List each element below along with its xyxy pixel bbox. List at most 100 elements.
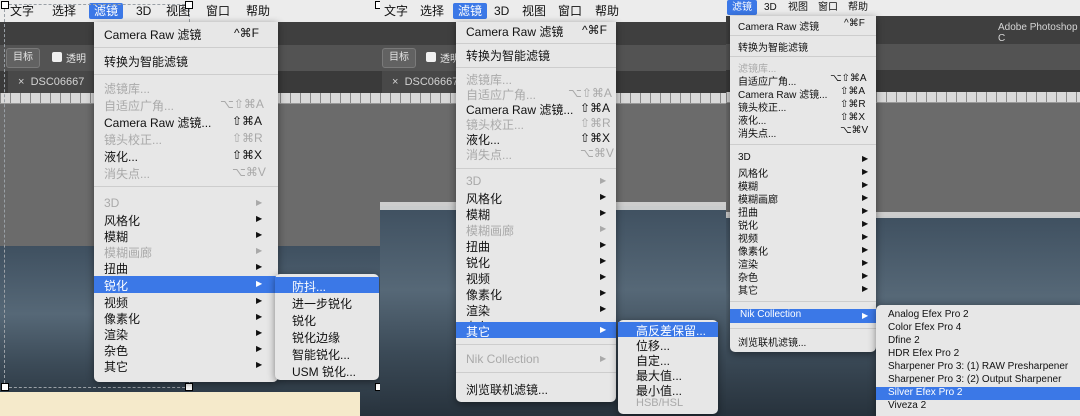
submenu-item-color-efex[interactable]: Color Efex Pro 4 xyxy=(876,322,1080,335)
menu-item-lens-correction[interactable]: 镜头校正... ⇧⌘R xyxy=(730,99,876,114)
menu-item-pixelate[interactable]: 像素化 ▶ xyxy=(730,243,876,258)
menu-item-blur-gallery[interactable]: 模糊画廊 ▶ xyxy=(730,191,876,206)
menu-item-sharpen[interactable]: 锐化 ▶ xyxy=(456,253,616,270)
menu-item-filter-gallery[interactable]: 滤镜库... xyxy=(94,79,278,96)
menu-item-stylize[interactable]: 风格化 ▶ xyxy=(730,165,876,180)
menu-item-blur[interactable]: 模糊 ▶ xyxy=(94,227,278,244)
menu-item-adaptive-wide-angle[interactable]: 自适应广角... ⌥⇧⌘A xyxy=(456,86,616,102)
menu-item-distort[interactable]: 扭曲 ▶ xyxy=(456,237,616,254)
submenu-item-sharpen[interactable]: 锐化 xyxy=(275,311,379,328)
menu-item-browse-online-filters[interactable]: 浏览联机滤镜... xyxy=(456,380,616,397)
submenu-item-output-sharpener[interactable]: Sharpener Pro 3: (2) Output Sharpener xyxy=(876,374,1080,387)
menu-item-3d[interactable]: 3D ▶ xyxy=(94,195,278,211)
menu-item-video[interactable]: 视频 ▶ xyxy=(456,269,616,286)
menu-item-sharpen[interactable]: 锐化 ▶ xyxy=(730,217,876,232)
menu-item-vanishing-point[interactable]: 消失点... ⌥⌘V xyxy=(730,125,876,140)
menu-item-camera-raw-last[interactable]: Camera Raw 滤镜 ^⌘F xyxy=(94,24,278,42)
submenu-item-hsb-hsl[interactable]: HSB/HSL xyxy=(618,397,718,412)
menu-item-stylize[interactable]: 风格化 ▶ xyxy=(456,189,616,206)
transform-handle[interactable] xyxy=(1,1,9,9)
submenu-item-sharpen-edges[interactable]: 锐化边缘 xyxy=(275,328,379,345)
transform-handle[interactable] xyxy=(185,383,193,391)
menu-item-vanishing-point[interactable]: 消失点... ⌥⌘V xyxy=(456,146,616,162)
menu-item-pixelate[interactable]: 像素化 ▶ xyxy=(94,309,278,326)
menu-view[interactable]: 视图 xyxy=(788,0,808,15)
menu-item-blur-gallery[interactable]: 模糊画廊 ▶ xyxy=(94,243,278,260)
menu-item-sharpen[interactable]: 锐化 ▶ xyxy=(94,276,278,293)
transparent-checkbox[interactable] xyxy=(426,52,436,62)
menu-item-other[interactable]: 其它 ▶ xyxy=(730,282,876,297)
submenu-item-dfine[interactable]: Dfine 2 xyxy=(876,335,1080,348)
menu-item-blur[interactable]: 模糊 ▶ xyxy=(456,205,616,222)
menu-help[interactable]: 帮助 xyxy=(848,0,868,15)
submenu-item-sharpen-more[interactable]: 进一步锐化 xyxy=(275,294,379,311)
menu-item-camera-raw-filter[interactable]: Camera Raw 滤镜... ⇧⌘A xyxy=(730,86,876,101)
menu-view[interactable]: 视图 xyxy=(522,3,546,19)
menu-help[interactable]: 帮助 xyxy=(595,3,619,19)
submenu-item-smart-sharpen[interactable]: 智能锐化... xyxy=(275,345,379,362)
menu-item-convert-smart-filter[interactable]: 转换为智能滤镜 xyxy=(730,39,876,54)
menu-item-stylize[interactable]: 风格化 ▶ xyxy=(94,211,278,228)
submenu-item-custom[interactable]: 自定... xyxy=(618,352,718,368)
menu-text[interactable]: 文字 xyxy=(384,3,408,19)
menu-item-adaptive-wide-angle[interactable]: 自适应广角... ⌥⇧⌘A xyxy=(94,96,278,113)
menu-3d[interactable]: 3D xyxy=(764,0,777,15)
menu-item-noise[interactable]: 杂色▶ xyxy=(94,341,278,358)
menu-item-render[interactable]: 渲染 ▶ xyxy=(456,301,616,318)
submenu-item-silver-efex[interactable]: Silver Efex Pro 2 xyxy=(876,387,1080,400)
menu-item-video[interactable]: 视频 ▶ xyxy=(730,230,876,245)
menu-item-convert-smart-filter[interactable]: 转换为智能滤镜 xyxy=(94,51,278,69)
submenu-item-maximum[interactable]: 最大值... xyxy=(618,367,718,383)
menu-item-lens-correction[interactable]: 镜头校正... ⇧⌘R xyxy=(456,116,616,132)
submenu-item-unsharp-mask[interactable]: USM 锐化... xyxy=(275,362,379,379)
menu-3d[interactable]: 3D xyxy=(494,3,509,19)
menu-item-camera-raw-filter[interactable]: Camera Raw 滤镜... ⇧⌘A xyxy=(456,101,616,117)
menu-item-noise[interactable]: 杂色▶ xyxy=(730,269,876,284)
menu-item-blur-gallery[interactable]: 模糊画廊 ▶ xyxy=(456,221,616,238)
menu-item-filter-gallery[interactable]: 滤镜库... xyxy=(456,71,616,87)
menu-item-adaptive-wide-angle[interactable]: 自适应广角... ⌥⇧⌘A xyxy=(730,73,876,88)
target-button[interactable]: 目标 xyxy=(382,48,416,68)
menu-item-distort[interactable]: 扭曲 ▶ xyxy=(730,204,876,219)
menu-item-nik-collection[interactable]: Nik Collection ▶ xyxy=(730,309,876,323)
menu-item-distort[interactable]: 扭曲 ▶ xyxy=(94,259,278,276)
menu-item-liquify[interactable]: 液化... ⇧⌘X xyxy=(730,112,876,127)
menu-window[interactable]: 窗口 xyxy=(558,3,582,19)
submenu-item-offset[interactable]: 位移... xyxy=(618,337,718,353)
menu-item-convert-smart-filter[interactable]: 转换为智能滤镜 xyxy=(456,46,616,63)
menu-item-filter-gallery[interactable]: 滤镜库... xyxy=(730,60,876,75)
menu-item-render[interactable]: 渲染 ▶ xyxy=(730,256,876,271)
close-icon[interactable]: × xyxy=(392,76,398,88)
menu-item-browse-online-filters[interactable]: 浏览联机滤镜... xyxy=(730,334,876,349)
menu-item-other[interactable]: 其它 ▶ xyxy=(456,322,616,339)
menu-item-camera-raw-last[interactable]: Camera Raw 滤镜 ^⌘F xyxy=(456,22,616,39)
menu-item-lens-correction[interactable]: 镜头校正... ⇧⌘R xyxy=(94,130,278,147)
menu-item-pixelate[interactable]: 像素化 ▶ xyxy=(456,285,616,302)
submenu-item-viveza[interactable]: Viveza 2 xyxy=(876,400,1080,413)
submenu-item-raw-presharpener[interactable]: Sharpener Pro 3: (1) RAW Presharpener xyxy=(876,361,1080,374)
menu-window[interactable]: 窗口 xyxy=(818,0,838,15)
menu-help[interactable]: 帮助 xyxy=(246,3,270,19)
submenu-item-analog-efex[interactable]: Analog Efex Pro 2 xyxy=(876,309,1080,322)
menu-item-blur[interactable]: 模糊 ▶ xyxy=(730,178,876,193)
menu-item-camera-raw-filter[interactable]: Camera Raw 滤镜... ⇧⌘A xyxy=(94,113,278,130)
menu-window[interactable]: 窗口 xyxy=(206,3,230,19)
submenu-item-high-pass[interactable]: 高反差保留... xyxy=(618,322,718,338)
menu-item-nik-collection[interactable]: Nik Collection ▶ xyxy=(456,351,616,367)
menu-item-other[interactable]: 其它 ▶ xyxy=(94,357,278,374)
menu-item-camera-raw-last[interactable]: Camera Raw 滤镜 ^⌘F xyxy=(730,18,876,33)
menu-item-3d[interactable]: 3D ▶ xyxy=(456,173,616,189)
menu-item-vanishing-point[interactable]: 消失点... ⌥⌘V xyxy=(94,164,278,181)
transform-handle[interactable] xyxy=(185,1,193,9)
menu-item-liquify[interactable]: 液化... ⇧⌘X xyxy=(94,147,278,164)
menu-item-3d[interactable]: 3D ▶ xyxy=(730,152,876,165)
menu-select[interactable]: 选择 xyxy=(420,3,444,19)
menu-item-video[interactable]: 视频 ▶ xyxy=(94,293,278,310)
submenu-item-hdr-efex[interactable]: HDR Efex Pro 2 xyxy=(876,348,1080,361)
menu-filter[interactable]: 滤镜 xyxy=(727,0,757,15)
submenu-item-minimum[interactable]: 最小值... xyxy=(618,382,718,398)
submenu-item-shake-reduction[interactable]: 防抖... xyxy=(275,277,379,294)
menu-item-liquify[interactable]: 液化... ⇧⌘X xyxy=(456,131,616,147)
transform-handle[interactable] xyxy=(1,383,9,391)
menu-filter[interactable]: 滤镜 xyxy=(453,3,488,19)
